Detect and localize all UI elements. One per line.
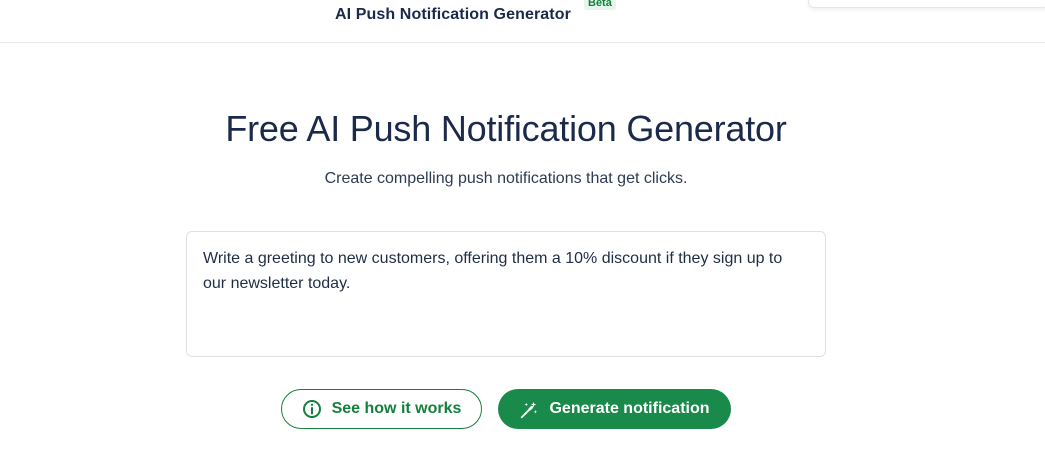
prompt-input[interactable]: Write a greeting to new customers, offer…: [186, 231, 826, 357]
generate-notification-label: Generate notification: [549, 400, 710, 417]
beta-badge: Beta: [584, 0, 616, 10]
see-how-it-works-label: See how it works: [331, 400, 462, 417]
generate-notification-button[interactable]: Generate notification: [498, 389, 731, 429]
see-how-it-works-button[interactable]: See how it works: [281, 389, 482, 429]
page-subtitle: Create compelling push notifications tha…: [324, 170, 688, 187]
dropdown-panel-edge: [808, 0, 1045, 8]
page-title: Free AI Push Notification Generator: [225, 108, 787, 149]
top-navigation-bar: AI Push Notification Generator Beta: [0, 0, 1045, 43]
info-circle-icon: [302, 399, 322, 419]
header-title: AI Push Notification Generator: [335, 6, 571, 23]
magic-wand-icon: [519, 399, 539, 419]
